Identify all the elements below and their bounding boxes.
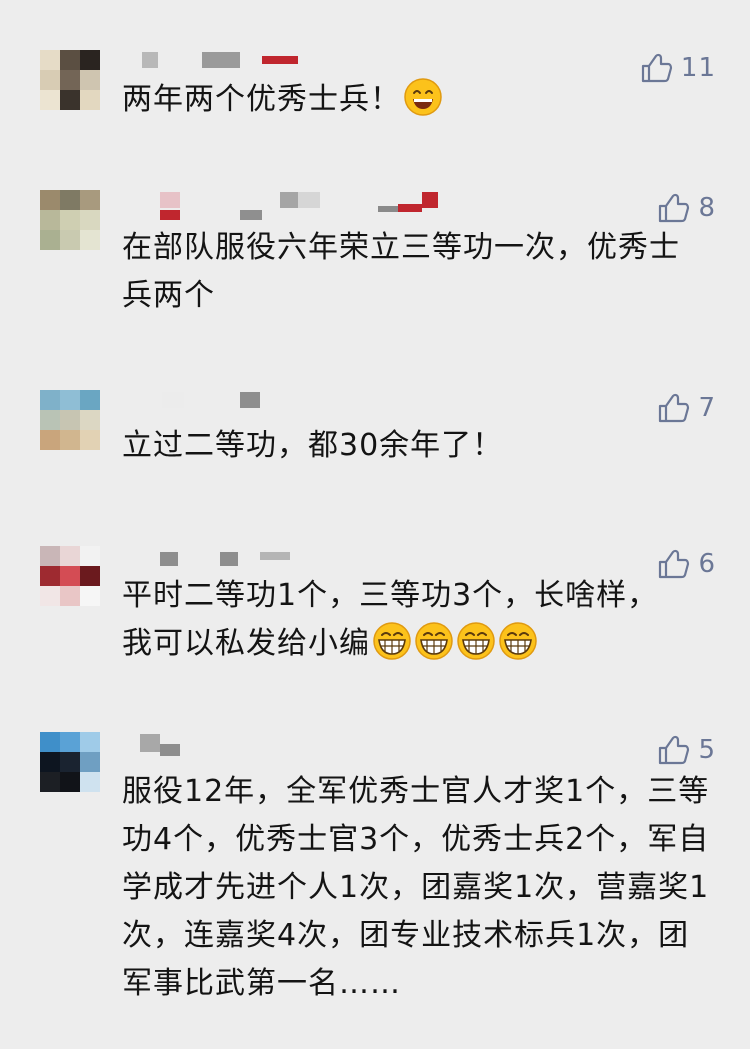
avatar-pixel <box>60 210 80 230</box>
like-count: 6 <box>698 549 716 579</box>
thumbs-up-icon <box>659 735 690 765</box>
avatar-pixel <box>40 210 60 230</box>
avatar-pixel <box>80 90 100 110</box>
avatar-pixel <box>40 566 60 586</box>
comment-text: 在部队服役六年荣立三等功一次，优秀士兵两个 <box>122 230 680 313</box>
emoji-group <box>370 622 538 661</box>
comment-item: 8 在部队服役六年荣立三等功一次，优秀士兵两个 <box>0 190 750 330</box>
avatar-pixel <box>80 586 100 606</box>
avatar-pixel <box>80 390 100 410</box>
big-grin-face-icon <box>499 622 537 660</box>
avatar-pixel <box>40 90 60 110</box>
like-button[interactable]: 7 <box>656 390 716 426</box>
avatar-pixel <box>40 410 60 430</box>
avatar-pixel <box>80 410 100 430</box>
avatar-pixel <box>80 70 100 90</box>
avatar-pixel <box>80 546 100 566</box>
avatar-pixel <box>40 430 60 450</box>
nickname-redacted[interactable] <box>122 52 462 70</box>
comment-text: 立过二等功，都30余年了！ <box>122 428 504 463</box>
grinning-face-icon <box>404 78 442 116</box>
avatar-pixel <box>40 752 60 772</box>
avatar-pixel <box>80 752 100 772</box>
avatar-pixel <box>40 546 60 566</box>
like-button[interactable]: 8 <box>656 190 716 226</box>
avatar-pixel <box>60 732 80 752</box>
avatar[interactable] <box>40 546 100 606</box>
avatar-pixel <box>60 410 80 430</box>
avatar-pixel <box>80 732 100 752</box>
like-count: 7 <box>698 393 716 423</box>
avatar-pixel <box>40 70 60 90</box>
avatar-pixel <box>40 190 60 210</box>
comment-item: 6 平时二等功1个，三等功3个，长啥样，我可以私发给小编 <box>0 546 750 686</box>
avatar-pixel <box>60 230 80 250</box>
comment-item: 7 立过二等功，都30余年了！ <box>0 390 750 490</box>
avatar-pixel <box>80 230 100 250</box>
thumbs-up-icon <box>659 193 690 223</box>
avatar-pixel <box>60 90 80 110</box>
nickname-redacted[interactable] <box>122 734 462 756</box>
like-count: 8 <box>698 193 716 223</box>
avatar-pixel <box>40 390 60 410</box>
avatar-pixel <box>80 210 100 230</box>
avatar-pixel <box>80 190 100 210</box>
avatar-pixel <box>60 390 80 410</box>
like-count: 5 <box>698 735 716 765</box>
avatar-pixel <box>40 732 60 752</box>
big-grin-face-icon <box>373 622 411 660</box>
nickname-redacted[interactable] <box>122 192 462 220</box>
comment-text-body: 两年两个优秀士兵！ <box>122 82 401 117</box>
comment-text: 服役12年，全军优秀士官人才奖1个，三等功4个，优秀士官3个，优秀士兵2个，军自… <box>122 774 710 1001</box>
avatar-pixel <box>60 190 80 210</box>
avatar-pixel <box>40 50 60 70</box>
avatar-pixel <box>80 772 100 792</box>
avatar[interactable] <box>40 732 100 792</box>
avatar-pixel <box>80 566 100 586</box>
avatar[interactable] <box>40 190 100 250</box>
nickname-redacted[interactable] <box>122 392 462 410</box>
avatar-pixel <box>40 772 60 792</box>
nickname-redacted[interactable] <box>122 548 462 566</box>
avatar[interactable] <box>40 390 100 450</box>
avatar-pixel <box>60 430 80 450</box>
comment-item: 11 两年两个优秀士兵！ <box>0 50 750 150</box>
like-button[interactable]: 5 <box>656 732 716 768</box>
thumbs-up-icon <box>659 393 690 423</box>
big-grin-face-icon <box>415 622 453 660</box>
avatar-pixel <box>60 772 80 792</box>
avatar-pixel <box>60 586 80 606</box>
avatar-pixel <box>60 752 80 772</box>
avatar-pixel <box>80 50 100 70</box>
avatar-pixel <box>80 430 100 450</box>
big-grin-face-icon <box>457 622 495 660</box>
avatar-pixel <box>40 230 60 250</box>
avatar-pixel <box>60 546 80 566</box>
avatar-pixel <box>40 586 60 606</box>
avatar-pixel <box>60 566 80 586</box>
avatar-pixel <box>60 70 80 90</box>
avatar[interactable] <box>40 50 100 110</box>
comment-text: 平时二等功1个，三等功3个，长啥样，我可以私发给小编 <box>122 572 682 668</box>
comment-text: 两年两个优秀士兵！ <box>122 76 722 124</box>
comment-item: 5 服役12年，全军优秀士官人才奖1个，三等功4个，优秀士官3个，优秀士兵2个，… <box>0 732 750 1042</box>
avatar-pixel <box>60 50 80 70</box>
